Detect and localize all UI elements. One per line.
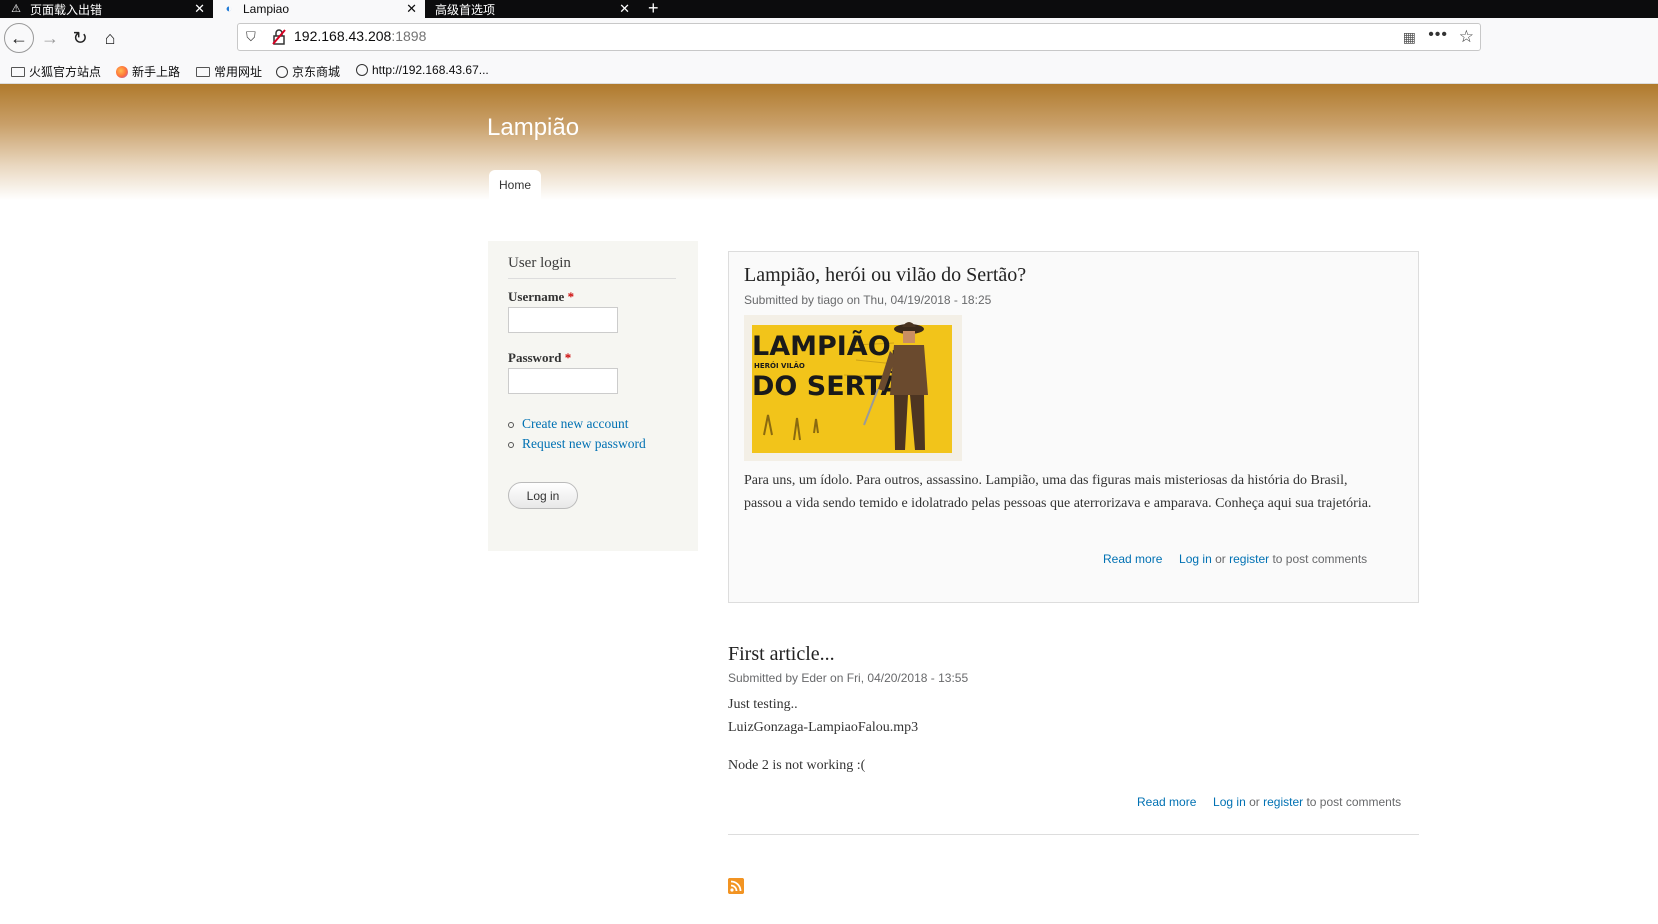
or-text: or (1215, 552, 1226, 566)
back-arrow-icon[interactable]: ← (4, 23, 34, 53)
tab-advanced-prefs[interactable]: 高级首选项 ✕ (425, 0, 638, 18)
browser-tab-bar: ⚠ 页面载入出错 ✕ ◐ Lampiao ✕ 高级首选项 ✕ + (0, 0, 1658, 18)
article-teaser: First article... Submitted by Eder on Fr… (728, 630, 1419, 835)
article-links: Read more Log in or register to post com… (1103, 552, 1367, 566)
bookmark-star-icon[interactable]: ☆ (1459, 27, 1474, 47)
bookmark-local-url[interactable]: http://192.168.43.67... (356, 63, 489, 77)
bookmarks-bar: 火狐官方站点 新手上路 常用网址 京东商城 http://192.168.43.… (0, 58, 1658, 84)
password-label-text: Password (508, 350, 562, 365)
browser-nav-bar: ← → ↻ ⌂ ⛉ 192.168.43.208:1898 ▦ ••• ☆ (0, 18, 1658, 58)
article-meta: Submitted by Eder on Fri, 04/20/2018 - 1… (728, 671, 969, 685)
site-name[interactable]: Lampião (487, 114, 579, 142)
nav-home-tab[interactable]: Home (489, 170, 542, 200)
close-icon[interactable]: ✕ (194, 0, 205, 18)
bullet-icon (508, 421, 514, 428)
article-meta: Submitted by tiago on Thu, 04/19/2018 - … (744, 293, 992, 307)
bullet-icon (508, 441, 514, 448)
globe-icon (356, 64, 368, 76)
warning-icon: ⚠ (11, 3, 21, 15)
article-image[interactable]: LAMPIÃO, HERÓI VILÃO DO SERTÃO (744, 315, 962, 461)
home-icon[interactable]: ⌂ (96, 25, 124, 51)
article-title[interactable]: Lampião, herói ou vilão do Sertão? (744, 264, 1026, 287)
or-text: or (1249, 795, 1260, 809)
new-tab-plus-icon[interactable]: + (648, 0, 659, 19)
bookmark-getting-started[interactable]: 新手上路 (116, 63, 180, 80)
qr-code-icon[interactable]: ▦ (1403, 29, 1416, 46)
password-input[interactable] (508, 368, 618, 394)
bookmark-jd-mall[interactable]: 京东商城 (276, 63, 340, 80)
url-port: :1898 (391, 28, 427, 44)
create-account-link[interactable]: Create new account (508, 416, 646, 432)
tab-error-page[interactable]: ⚠ 页面载入出错 ✕ (0, 0, 213, 18)
article-teaser: Lampião, herói ou vilão do Sertão? Submi… (728, 251, 1419, 603)
login-links: Create new account Request new password (508, 416, 646, 456)
edge-logo-icon: ◐ (225, 3, 233, 15)
register-link[interactable]: register (1229, 552, 1269, 566)
request-password-link[interactable]: Request new password (508, 436, 646, 452)
tab-lampiao[interactable]: ◐ Lampiao ✕ (213, 0, 425, 18)
password-label: Password * (508, 350, 571, 366)
bookmark-label: http://192.168.43.67... (372, 63, 489, 77)
article-body: Para uns, um ídolo. Para outros, assassi… (744, 473, 1372, 511)
reload-icon[interactable]: ↻ (66, 25, 94, 51)
article-body-line: Just testing.. (728, 697, 798, 712)
bookmark-firefox-official[interactable]: 火狐官方站点 (11, 63, 101, 80)
globe-icon (276, 65, 288, 78)
bookmark-label: 新手上路 (132, 65, 181, 79)
folder-icon (196, 66, 210, 77)
image-text-line-2: HERÓI VILÃO (754, 361, 805, 370)
register-link[interactable]: register (1263, 795, 1303, 809)
username-input[interactable] (508, 307, 618, 333)
log-in-link[interactable]: Log in (1179, 552, 1212, 566)
tab-title: 高级首选项 (435, 2, 496, 17)
bookmark-common-sites[interactable]: 常用网址 (196, 63, 262, 80)
url-text[interactable]: 192.168.43.208:1898 (294, 28, 426, 44)
bookmark-label: 火狐官方站点 (29, 65, 102, 79)
tab-title: Lampiao (243, 2, 290, 16)
bookmark-label: 常用网址 (214, 65, 263, 79)
close-icon[interactable]: ✕ (619, 0, 630, 18)
bookmark-label: 京东商城 (292, 65, 341, 79)
required-mark: * (567, 289, 575, 304)
firefox-icon (116, 65, 128, 78)
url-host: 192.168.43.208 (294, 28, 392, 44)
login-block-title: User login (508, 255, 676, 279)
post-comments-text: to post comments (1272, 552, 1368, 566)
more-options-icon[interactable]: ••• (1428, 26, 1448, 44)
post-comments-text: to post comments (1306, 795, 1402, 809)
log-in-link[interactable]: Log in (1213, 795, 1246, 809)
url-bar[interactable]: ⛉ 192.168.43.208:1898 ▦ ••• ☆ (237, 23, 1481, 51)
rss-feed-icon[interactable] (728, 878, 744, 894)
close-icon[interactable]: ✕ (406, 0, 417, 18)
article-body-line: Node 2 is not working :( (728, 758, 866, 773)
article-links: Read more Log in or register to post com… (1137, 795, 1401, 809)
request-password-text: Request new password (522, 436, 646, 451)
image-text-line-1: LAMPIÃO, (752, 330, 900, 362)
username-label: Username * (508, 289, 574, 305)
folder-icon (11, 66, 25, 77)
article-attachment[interactable]: LuizGonzaga-LampiaoFalou.mp3 (728, 716, 918, 739)
user-login-block: User login Username * Password * Create … (488, 241, 698, 551)
required-mark: * (564, 350, 572, 365)
site-header: Lampião Home (0, 84, 1658, 200)
tab-title: 页面载入出错 (30, 2, 103, 17)
forward-arrow-icon[interactable]: → (36, 25, 64, 51)
shield-icon[interactable]: ⛉ (246, 29, 256, 45)
insecure-lock-icon[interactable] (272, 29, 286, 45)
create-account-text: Create new account (522, 416, 629, 431)
username-label-text: Username (508, 289, 565, 304)
read-more-link[interactable]: Read more (1137, 795, 1196, 809)
read-more-link[interactable]: Read more (1103, 552, 1162, 566)
article-title[interactable]: First article... (728, 643, 835, 666)
login-button[interactable]: Log in (508, 482, 578, 509)
